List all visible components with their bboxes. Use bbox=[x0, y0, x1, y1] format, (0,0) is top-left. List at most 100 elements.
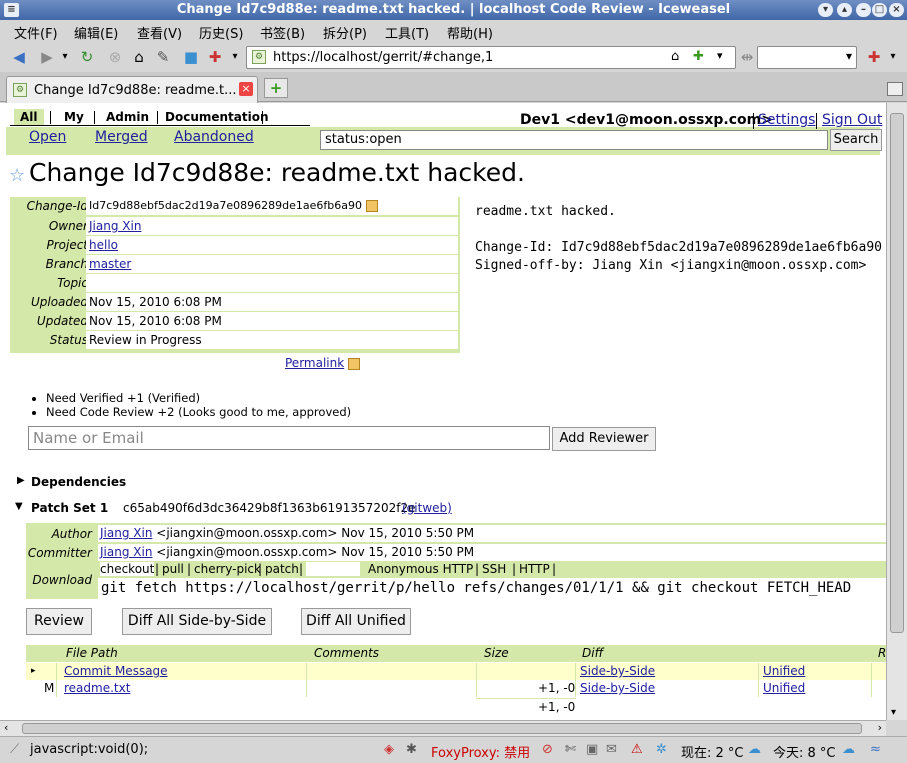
submenu-merged[interactable]: Merged bbox=[95, 129, 148, 145]
tab-close-icon[interactable]: × bbox=[239, 82, 253, 96]
toolbar-splitter-icon[interactable]: ⇹ bbox=[738, 48, 756, 66]
table-row[interactable]: M readme.txt +1, -0 Side-by-Side Unified bbox=[26, 680, 886, 697]
scroll-right-icon[interactable]: › bbox=[878, 721, 882, 734]
vertical-scrollbar[interactable]: ▾ bbox=[886, 103, 907, 720]
menu-split[interactable]: 拆分(P) bbox=[323, 23, 367, 42]
side-by-side-link[interactable]: Side-by-Side bbox=[580, 681, 655, 695]
search-button[interactable]: Search bbox=[830, 129, 882, 151]
tab-checkout[interactable]: checkout bbox=[100, 562, 155, 576]
tab-cherry-pick[interactable]: cherry-pick bbox=[194, 562, 261, 576]
bookmark-add-icon[interactable]: ✚ bbox=[693, 49, 704, 64]
committer-link[interactable]: Jiang Xin bbox=[100, 545, 152, 559]
menu-admin[interactable]: Admin bbox=[100, 109, 155, 125]
back-icon[interactable]: ◀ bbox=[10, 48, 28, 66]
bookmark-icon[interactable]: ■ bbox=[182, 48, 200, 66]
menu-history[interactable]: 历史(S) bbox=[199, 23, 243, 42]
tab-list-icon[interactable] bbox=[887, 82, 903, 96]
reload-icon[interactable]: ↻ bbox=[78, 48, 96, 66]
window-minimize-icon[interactable]: – bbox=[856, 3, 871, 17]
permalink-link[interactable]: Permalink bbox=[285, 356, 344, 370]
window-shade-icon[interactable]: ▾ bbox=[818, 3, 833, 17]
foxyproxy-status[interactable]: FoxyProxy: 禁用 bbox=[431, 742, 530, 761]
menu-edit[interactable]: 编辑(E) bbox=[74, 23, 118, 42]
save-icon[interactable]: ▣ bbox=[586, 742, 598, 757]
sign-out-link[interactable]: Sign Out bbox=[822, 112, 882, 128]
expand-triangle-icon[interactable]: ▶ bbox=[17, 475, 25, 486]
gitweb-link[interactable]: (gitweb) bbox=[402, 501, 452, 515]
window-maximize-icon[interactable]: □ bbox=[872, 3, 887, 17]
tab-http[interactable]: HTTP bbox=[519, 562, 550, 576]
tab-anonymous-http[interactable]: Anonymous HTTP bbox=[368, 562, 473, 576]
file-path-link[interactable]: Commit Message bbox=[64, 664, 168, 678]
scroll-left-icon[interactable]: ‹ bbox=[4, 721, 8, 734]
menu-file[interactable]: 文件(F) bbox=[14, 23, 58, 42]
addon-dropdown-icon[interactable]: ▾ bbox=[226, 48, 244, 66]
search-engine-dropdown-icon[interactable]: ▾ bbox=[846, 49, 852, 63]
branch-link[interactable]: master bbox=[89, 257, 131, 271]
history-dropdown-icon[interactable]: ▾ bbox=[56, 48, 74, 66]
unified-link[interactable]: Unified bbox=[763, 681, 805, 695]
submenu-abandoned[interactable]: Abandoned bbox=[174, 129, 254, 145]
side-by-side-link[interactable]: Side-by-Side bbox=[580, 664, 655, 678]
horizontal-scroll-thumb[interactable] bbox=[22, 723, 862, 734]
reviewer-input[interactable]: Name or Email bbox=[28, 426, 550, 450]
noscript-icon[interactable]: ⊘ bbox=[542, 742, 553, 757]
unified-link[interactable]: Unified bbox=[763, 664, 805, 678]
google-icon[interactable]: ✚ bbox=[865, 48, 883, 66]
google-toolbar-icon[interactable]: ✚ bbox=[206, 48, 224, 66]
search-input[interactable]: status:open bbox=[320, 130, 828, 150]
tab-patch[interactable]: patch bbox=[265, 562, 299, 576]
vertical-scroll-thumb[interactable] bbox=[890, 113, 904, 633]
horizontal-scrollbar[interactable]: ‹ › bbox=[0, 720, 886, 736]
scroll-down-icon[interactable]: ▾ bbox=[891, 707, 896, 718]
copy-icon[interactable] bbox=[365, 200, 378, 212]
new-tab-icon[interactable]: + bbox=[264, 78, 288, 98]
owner-link[interactable]: Jiang Xin bbox=[89, 219, 141, 233]
security-shield-icon[interactable]: ◈ bbox=[384, 742, 394, 757]
add-reviewer-button[interactable]: Add Reviewer bbox=[552, 427, 656, 451]
network-icon[interactable]: ✲ bbox=[656, 742, 667, 757]
tab-label[interactable]: Change Id7c9d88e: readme.t... bbox=[34, 83, 237, 98]
menu-bookmarks[interactable]: 书签(B) bbox=[260, 23, 305, 42]
dependencies-header[interactable]: Dependencies bbox=[31, 475, 126, 489]
extension-icon[interactable]: ≈ bbox=[870, 742, 881, 757]
diff-unified-button[interactable]: Diff All Unified bbox=[301, 608, 411, 635]
tab-gerrit-change[interactable]: ⚙ Change Id7c9d88e: readme.t... × bbox=[6, 76, 258, 103]
window-close-icon[interactable]: × bbox=[889, 3, 904, 17]
menu-view[interactable]: 查看(V) bbox=[137, 23, 182, 42]
menu-tools[interactable]: 工具(T) bbox=[385, 23, 429, 42]
window-restore-icon[interactable]: ▴ bbox=[837, 3, 852, 17]
tab-ssh[interactable]: SSH bbox=[482, 562, 506, 576]
warning-icon[interactable]: ⚠ bbox=[631, 742, 643, 757]
url-text[interactable]: https://localhost/gerrit/#change,1 bbox=[273, 50, 493, 65]
project-link[interactable]: hello bbox=[89, 238, 118, 252]
stop-icon[interactable]: ⊗ bbox=[106, 48, 124, 66]
table-row[interactable]: ▸ Commit Message Side-by-Side Unified bbox=[26, 663, 886, 680]
adblock-icon[interactable]: ✄ bbox=[565, 742, 576, 757]
home-icon[interactable]: ⌂ bbox=[130, 48, 148, 66]
google-dropdown-icon[interactable]: ▾ bbox=[884, 48, 902, 66]
download-command[interactable]: git fetch https://localhost/gerrit/p/hel… bbox=[98, 578, 886, 599]
url-dropdown-icon[interactable]: ▾ bbox=[717, 49, 723, 62]
menu-documentation[interactable]: Documentation bbox=[159, 109, 275, 125]
url-bar[interactable]: ⚙ https://localhost/gerrit/#change,1 ⌂ ✚… bbox=[246, 46, 736, 69]
review-button[interactable]: Review bbox=[26, 608, 92, 635]
star-icon[interactable]: ☆ bbox=[9, 165, 25, 186]
copy-icon[interactable] bbox=[348, 357, 361, 370]
menu-my[interactable]: My bbox=[58, 109, 90, 125]
web-search-box[interactable]: ▾ bbox=[757, 46, 857, 69]
tools-icon[interactable]: ✎ bbox=[154, 48, 172, 66]
file-path-link[interactable]: readme.txt bbox=[64, 681, 130, 695]
tab-pull[interactable]: pull bbox=[162, 562, 184, 576]
settings-link[interactable]: Settings bbox=[758, 112, 815, 128]
menu-all[interactable]: All bbox=[14, 109, 44, 125]
diff-side-by-side-button[interactable]: Diff All Side-by-Side bbox=[122, 608, 272, 635]
mail-icon[interactable]: ✉ bbox=[606, 742, 617, 757]
submenu-open[interactable]: Open bbox=[29, 129, 66, 145]
patch-set-header[interactable]: Patch Set 1 bbox=[31, 501, 108, 515]
bug-icon[interactable]: ✱ bbox=[406, 742, 417, 757]
home-mark-icon[interactable]: ⌂ bbox=[671, 49, 679, 64]
author-link[interactable]: Jiang Xin bbox=[100, 526, 152, 540]
menu-help[interactable]: 帮助(H) bbox=[447, 23, 493, 42]
forward-icon[interactable]: ▶ bbox=[38, 48, 56, 66]
